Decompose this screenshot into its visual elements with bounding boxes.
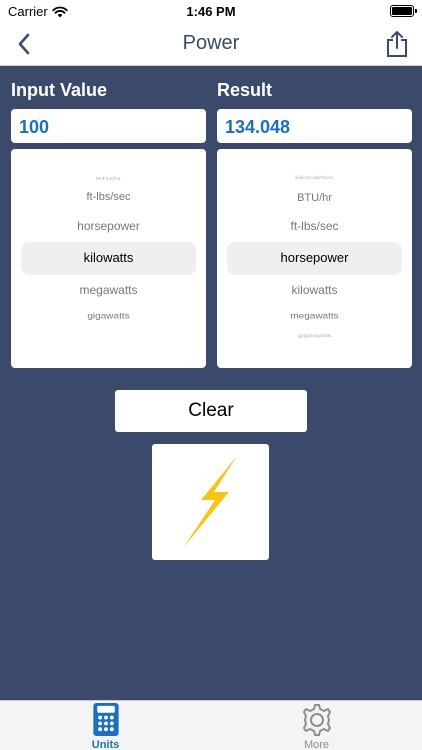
picker-option[interactable]: BTU/hr [11,176,206,181]
gear-icon [302,704,331,736]
result-unit-picker[interactable]: kiloCal/sec BTU/hr ft-lbs/sec horsepower… [217,149,412,368]
clear-button[interactable]: Clear [115,390,307,432]
picker-option[interactable]: gigawatts [217,333,412,338]
picker-option[interactable]: ft-lbs/sec [217,219,412,233]
picker-option[interactable]: kilowatts [217,283,412,297]
status-bar: Carrier 1:46 PM [0,0,422,22]
picker-option[interactable]: BTU/hr [217,192,412,204]
share-button[interactable] [380,27,414,61]
share-icon [387,31,407,57]
battery-icon [390,5,417,17]
picker-option[interactable]: kiloCal/sec [217,175,412,180]
input-unit-picker[interactable]: BTU/hr ft-lbs/sec horsepower kilowatts m… [11,149,206,368]
result-label: Result [217,80,273,100]
picker-option-selected[interactable]: horsepower [217,250,412,265]
tab-units-label: Units [91,739,120,750]
clock: 1:46 PM [186,4,236,19]
picker-option[interactable]: megawatts [217,312,412,321]
tab-more[interactable]: More [211,701,422,750]
calculator-icon [92,702,119,737]
tab-bar: Units More [0,700,422,750]
clear-button-label: Clear [188,400,234,421]
picker-option[interactable]: megawatts [11,283,206,297]
page-title: Power [182,32,240,54]
picker-option[interactable]: ft-lbs/sec [11,191,206,203]
picker-option[interactable]: gigawatts [11,312,206,321]
tab-more-label: More [303,739,330,750]
nav-bar: Power [0,22,422,66]
input-value-label: Input Value [11,80,108,100]
lightning-bolt-icon [182,456,237,548]
tab-units[interactable]: Units [0,701,211,750]
picker-option[interactable]: horsepower [11,219,206,233]
category-icon-tile [152,444,269,560]
input-value-field[interactable]: 100 [11,109,206,143]
result-value-field: 134.048 [217,109,412,143]
picker-option-selected[interactable]: kilowatts [11,250,206,265]
